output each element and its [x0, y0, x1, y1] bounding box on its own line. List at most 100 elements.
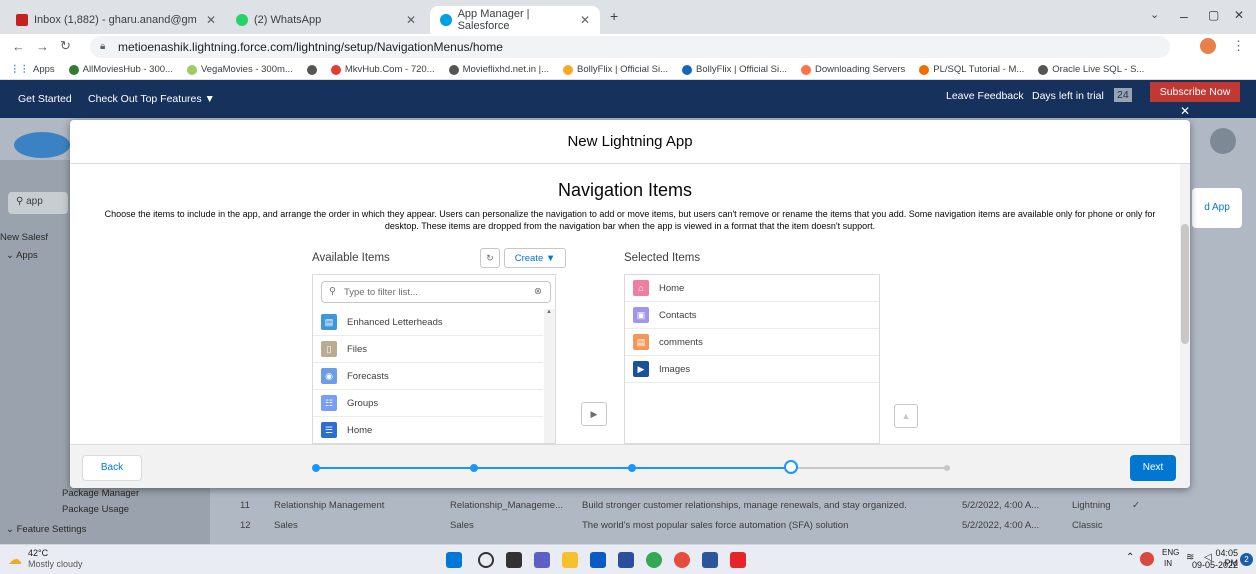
- clear-icon[interactable]: ⊗: [534, 286, 542, 297]
- scroll-up-icon[interactable]: ▲: [546, 309, 552, 315]
- bookmark-item[interactable]: [306, 64, 317, 75]
- row-type: Classic: [1072, 519, 1103, 531]
- modal-title: New Lightning App: [70, 120, 1190, 164]
- list-item[interactable]: ▯ Files: [313, 336, 543, 363]
- tab-gmail[interactable]: Inbox (1,882) - gharu.anand@gm ✕: [6, 6, 226, 34]
- bookmark-label: Downloading Servers: [815, 64, 906, 75]
- trial-banner: Get Started Check Out Top Features ▼ Lea…: [0, 80, 1256, 118]
- acrobat-icon[interactable]: [730, 552, 746, 568]
- bookmark-item[interactable]: PL/SQL Tutorial - M...: [919, 64, 1024, 75]
- move-right-button[interactable]: ▶: [581, 402, 607, 426]
- sidebar-item-feature-settings[interactable]: ⌄ Feature Settings: [6, 524, 86, 535]
- list-item[interactable]: ▶ Images: [625, 356, 879, 383]
- bookmark-item[interactable]: VegaMovies - 300m...: [186, 64, 293, 75]
- item-label: Contacts: [659, 309, 697, 321]
- refresh-icon[interactable]: ↻: [480, 248, 500, 268]
- url-input[interactable]: 🔒︎ metioenashik.lightning.force.com/ligh…: [90, 36, 1170, 58]
- task-view-icon[interactable]: [506, 552, 522, 568]
- list-item[interactable]: ⌂ Home: [625, 275, 879, 302]
- selected-items-list[interactable]: ⌂ Home ▣ Contacts ▤ comments ▶ Images: [624, 274, 880, 444]
- site-icon: [563, 64, 574, 75]
- bookmark-item[interactable]: Movieflixhd.net.in |...: [448, 64, 549, 75]
- bookmark-item[interactable]: Downloading Servers: [801, 64, 905, 75]
- profile-avatar[interactable]: [1200, 38, 1216, 54]
- minimize-button[interactable]: –: [1180, 8, 1188, 24]
- maximize-button[interactable]: ▢: [1208, 8, 1219, 22]
- close-modal-icon[interactable]: ✕: [1180, 104, 1190, 118]
- back-arrow-icon[interactable]: ←: [12, 39, 25, 54]
- chevron-up-icon[interactable]: ⌃: [1126, 552, 1134, 563]
- available-items-list[interactable]: ⚲ Type to filter list... ⊗ ▤ Enhanced Let…: [312, 274, 556, 444]
- windows-start-icon[interactable]: [446, 552, 462, 568]
- menu-icon[interactable]: ⋮: [1232, 38, 1245, 54]
- row-name[interactable]: Sales: [260, 520, 450, 531]
- item-label: Forecasts: [347, 370, 389, 382]
- bookmark-item[interactable]: AllMoviesHub - 300...: [68, 64, 173, 75]
- chrome-icon[interactable]: [646, 552, 662, 568]
- scrollbar[interactable]: [544, 309, 555, 443]
- site-icon: [68, 64, 79, 75]
- filter-input[interactable]: ⚲ Type to filter list... ⊗: [321, 281, 551, 303]
- row-number: 11: [240, 499, 250, 511]
- item-label: comments: [659, 336, 703, 348]
- tab-salesforce[interactable]: App Manager | Salesforce ✕: [430, 6, 600, 34]
- row-type: Lightning: [1072, 499, 1111, 511]
- list-item[interactable]: ☰ Home: [313, 417, 543, 443]
- photos-icon[interactable]: [618, 552, 634, 568]
- list-item[interactable]: ◉ Forecasts: [313, 363, 543, 390]
- row-name[interactable]: Relationship Management: [260, 500, 450, 511]
- next-button[interactable]: Next: [1130, 455, 1176, 481]
- forward-arrow-icon[interactable]: →: [36, 39, 49, 54]
- list-item[interactable]: ▤ comments: [625, 329, 879, 356]
- modal-scrollbar[interactable]: [1180, 164, 1190, 444]
- sidebar-item-apps[interactable]: ⌄ Apps: [6, 250, 38, 261]
- list-item[interactable]: ☷ Groups: [313, 390, 543, 417]
- sidebar-item-package-manager[interactable]: Package Manager: [62, 488, 139, 499]
- back-button[interactable]: Back: [82, 455, 142, 481]
- bookmark-item[interactable]: ⋮⋮ Apps: [10, 64, 55, 75]
- sidebar-item-package-usage[interactable]: Package Usage: [62, 504, 129, 515]
- search-icon[interactable]: [478, 552, 494, 568]
- weather-desc: Mostly cloudy: [28, 559, 83, 569]
- create-menu-button[interactable]: Create ▼: [504, 248, 566, 268]
- new-tab-button[interactable]: +: [610, 8, 618, 24]
- close-icon[interactable]: ✕: [580, 13, 590, 27]
- bookmark-item[interactable]: MkvHub.Com - 720...: [330, 64, 435, 75]
- teams-icon[interactable]: [534, 552, 550, 568]
- scrollbar-thumb[interactable]: [1181, 224, 1189, 344]
- chrome-profile-icon[interactable]: [674, 552, 690, 568]
- weather-temp: 42°C: [28, 548, 49, 558]
- top-features-menu[interactable]: Check Out Top Features ▼: [88, 93, 215, 105]
- contacts-icon: ▣: [633, 307, 649, 323]
- avatar[interactable]: [1210, 128, 1236, 154]
- language-label[interactable]: ENG: [1162, 548, 1179, 557]
- new-app-button[interactable]: d App: [1192, 188, 1242, 228]
- notification-badge[interactable]: 2: [1240, 553, 1253, 566]
- get-started-link[interactable]: Get Started: [18, 93, 72, 105]
- bookmark-item[interactable]: BollyFlix | Official Si...: [682, 64, 787, 75]
- list-item[interactable]: ▤ Enhanced Letterheads: [313, 309, 543, 336]
- list-item[interactable]: ▣ Contacts: [625, 302, 879, 329]
- bookmark-item[interactable]: Oracle Live SQL - S...: [1038, 64, 1144, 75]
- file-explorer-icon[interactable]: [562, 552, 578, 568]
- store-icon[interactable]: [590, 552, 606, 568]
- window-close-button[interactable]: ✕: [1234, 8, 1244, 22]
- clock-date[interactable]: 09-05-2022: [1186, 560, 1238, 570]
- quick-find-input[interactable]: ⚲ app: [8, 192, 68, 214]
- table-row[interactable]: 11 Relationship Management Relationship_…: [220, 496, 1240, 514]
- subscribe-button[interactable]: Subscribe Now: [1150, 82, 1240, 102]
- tab-whatsapp[interactable]: (2) WhatsApp ✕: [226, 6, 426, 34]
- bookmark-item[interactable]: BollyFlix | Official Si...: [563, 64, 668, 75]
- lock-icon: 🔒︎: [100, 41, 106, 52]
- move-up-button[interactable]: ▲: [894, 404, 918, 428]
- app-tray-icon[interactable]: [1140, 552, 1154, 566]
- close-icon[interactable]: ✕: [206, 13, 216, 27]
- globe-icon: [306, 64, 317, 75]
- word-icon[interactable]: [702, 552, 718, 568]
- chevron-down-icon[interactable]: ⌄: [1150, 8, 1159, 21]
- table-row[interactable]: 12 Sales Sales The world's most popular …: [220, 516, 1240, 534]
- tab-label: App Manager | Salesforce: [457, 8, 530, 32]
- reload-icon[interactable]: ↻: [60, 38, 71, 54]
- close-icon[interactable]: ✕: [406, 13, 416, 27]
- leave-feedback-link[interactable]: Leave Feedback: [946, 90, 1024, 102]
